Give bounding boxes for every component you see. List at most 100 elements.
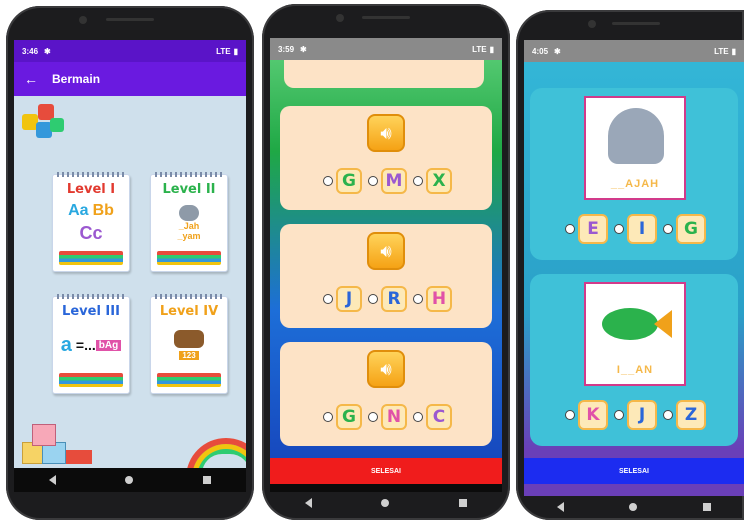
option-tile[interactable]: J [627,400,657,430]
selesai-button[interactable]: SELESAI [524,458,744,484]
level-3-content: a =... bAg [59,323,123,367]
speaker-icon[interactable]: 🔊︎ [367,114,405,152]
status-network: LTE [472,44,487,54]
speaker-icon[interactable]: 🔊︎ [367,232,405,270]
speaker-icon[interactable]: 🔊︎ [367,350,405,388]
option-radio[interactable] [413,294,423,304]
pencils-decoration [157,251,221,265]
nav-recents-icon[interactable] [703,503,712,511]
selesai-label: SELESAI [619,467,649,475]
level-2-content: _Jah _yam [157,201,221,245]
status-bar: 4:05 ✱ LTE ▮ [524,40,744,62]
status-bar: 3:46 ✱ LTE ▮ [14,40,246,62]
option-radio[interactable] [614,410,624,420]
question-card: 🔊︎ G M X [280,106,492,210]
front-camera [336,14,344,22]
options-row: K J Z [530,400,738,430]
nav-back-icon[interactable] [556,502,564,512]
nav-home-icon[interactable] [125,476,134,484]
option-radio[interactable] [368,294,378,304]
selesai-label: SELESAI [371,467,401,475]
status-network: LTE [714,46,729,56]
pencils-decoration [59,251,123,265]
status-time: 3:46 [22,46,39,56]
option-tile[interactable]: Z [676,400,706,430]
selesai-button[interactable]: SELESAI [270,458,502,484]
option-radio[interactable] [323,294,333,304]
pencils-decoration [59,373,123,387]
page-title: Bermain [52,72,101,86]
nav-recents-icon[interactable] [203,476,212,484]
earpiece [106,18,154,21]
options-row: G M X [280,168,492,194]
question-word: I__AN [616,364,654,376]
level-2-title: Level II [162,182,216,197]
option-radio[interactable] [323,412,333,422]
status-time: 3:59 [278,44,295,54]
question-card: I__AN K J Z [530,274,738,446]
option-tile[interactable]: M [381,168,407,194]
option-tile[interactable]: H [426,286,452,312]
option-radio[interactable] [413,412,423,422]
option-tile[interactable]: G [336,168,362,194]
nav-bar-bottom [524,496,744,518]
puzzle-icon [22,104,64,144]
option-radio[interactable] [323,176,333,186]
nav-back-icon[interactable] [48,475,56,485]
question-card: 🔊︎ J R H [280,224,492,328]
elephant-icon [179,205,199,221]
options-row: J R H [280,286,492,312]
option-tile[interactable]: N [381,404,407,430]
option-radio[interactable] [614,224,624,234]
option-tile[interactable]: R [381,286,407,312]
option-tile[interactable]: G [676,214,706,244]
option-radio[interactable] [663,224,673,234]
earpiece [612,22,660,25]
app-bar: ← Bermain [14,62,246,96]
nav-home-icon[interactable] [629,503,638,511]
level-1-card[interactable]: Level I Aa Bb Cc [52,172,130,272]
option-radio[interactable] [368,176,378,186]
option-radio[interactable] [565,410,575,420]
option-tile[interactable]: J [336,286,362,312]
option-tile[interactable]: E [578,214,608,244]
nav-bar-bottom [270,492,502,514]
option-tile[interactable]: K [578,400,608,430]
level-2-card[interactable]: Level II _Jah _yam [150,172,228,272]
phone-1: 3:46 ✱ LTE ▮ ← Bermain Level I Aa Bb Cc [6,6,254,520]
pencils-decoration [157,373,221,387]
level-4-title: Level IV [159,304,219,319]
picture-frame: __AJAH [584,96,686,200]
battery-icon: ▮ [233,46,238,56]
fish-icon [602,308,658,340]
picture-frame: I__AN [584,282,686,386]
settings-icon: ✱ [44,46,51,56]
nav-recents-icon[interactable] [459,499,468,507]
settings-icon: ✱ [554,46,561,56]
options-row: G N C [280,404,492,430]
back-arrow-icon[interactable]: ← [24,71,38,87]
nav-back-icon[interactable] [304,498,312,508]
earpiece [362,16,410,19]
front-camera [588,20,596,28]
option-tile[interactable]: G [336,404,362,430]
level-4-card[interactable]: Level IV 123 [150,294,228,394]
question-card-partial [284,60,484,88]
option-radio[interactable] [413,176,423,186]
level-1-title: Level I [66,182,116,197]
options-row: E I G [530,214,738,244]
option-tile[interactable]: I [627,214,657,244]
screen-1: 3:46 ✱ LTE ▮ ← Bermain Level I Aa Bb Cc [14,40,246,492]
option-tile[interactable]: C [426,404,452,430]
battery-icon: ▮ [489,44,494,54]
option-radio[interactable] [565,224,575,234]
level-3-title: Level III [62,304,120,319]
nav-home-icon[interactable] [381,499,390,507]
level-1-letters: Aa Bb Cc [68,202,114,243]
option-tile[interactable]: X [426,168,452,194]
level-3-card[interactable]: Level III a =... bAg [52,294,130,394]
nav-bar [14,468,246,492]
nav-bar [270,484,502,492]
option-radio[interactable] [663,410,673,420]
option-radio[interactable] [368,412,378,422]
